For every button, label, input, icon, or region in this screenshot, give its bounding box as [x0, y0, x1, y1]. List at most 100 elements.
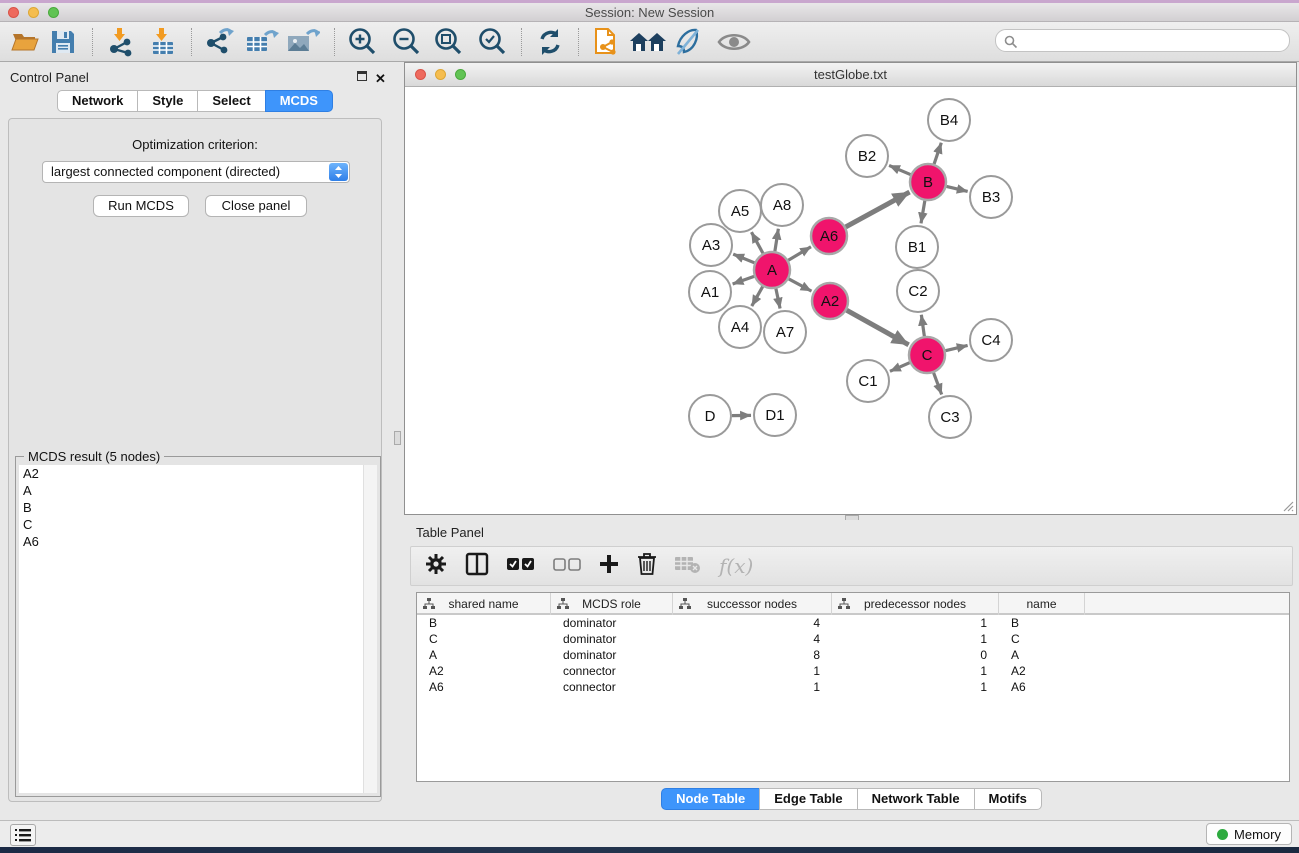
graph-node-A3[interactable]: A3	[690, 224, 732, 266]
graph-node-B3[interactable]: B3	[970, 176, 1012, 218]
graph-node-C[interactable]: C	[909, 337, 945, 373]
graph-edge-A-A8[interactable]	[775, 229, 778, 252]
network-window-titlebar[interactable]: testGlobe.txt	[405, 63, 1296, 87]
open-session-icon[interactable]	[10, 26, 40, 58]
graph-node-A8[interactable]: A8	[761, 184, 803, 226]
graph-node-A2[interactable]: A2	[812, 283, 848, 319]
mcds-result-item[interactable]: A2	[19, 465, 365, 482]
graph-node-C2[interactable]: C2	[897, 270, 939, 312]
export-network-icon[interactable]	[203, 26, 235, 58]
zoom-out-icon[interactable]	[390, 26, 422, 58]
zoom-selected-icon[interactable]	[476, 26, 508, 58]
graph-node-A[interactable]: A	[754, 252, 790, 288]
run-mcds-button[interactable]: Run MCDS	[93, 195, 189, 217]
tab-node-table[interactable]: Node Table	[661, 788, 759, 810]
float-panel-icon[interactable]	[357, 71, 367, 81]
network-graph-canvas[interactable]: A5A8 A3 A1A4A7 A A6 A2 B2 B4 B B3 B1C2 C C4 C1 C3 D D1	[405, 87, 1296, 514]
export-table-icon[interactable]	[245, 26, 279, 58]
zoom-in-icon[interactable]	[346, 26, 378, 58]
column-header-shared-name[interactable]: shared name	[417, 593, 551, 615]
graph-edge-B-B2[interactable]	[889, 165, 910, 174]
graph-edge-A2-C[interactable]	[847, 310, 909, 345]
close-panel-icon[interactable]: ✕	[375, 70, 386, 88]
graph-node-A5[interactable]: A5	[719, 190, 761, 232]
tab-network[interactable]: Network	[57, 90, 137, 112]
graph-node-A7[interactable]: A7	[764, 311, 806, 353]
mcds-result-item[interactable]: A6	[19, 533, 365, 550]
network-close-button[interactable]	[415, 69, 426, 80]
window-resize-grip-icon[interactable]	[1280, 498, 1294, 512]
column-header-name[interactable]: name	[999, 593, 1085, 615]
save-session-icon[interactable]	[50, 26, 76, 58]
table-settings-gear-icon[interactable]	[425, 553, 447, 580]
houses-icon[interactable]	[628, 26, 668, 58]
table-row[interactable]: A6connector11A6	[417, 679, 1289, 695]
graph-edge-A-A5[interactable]	[751, 232, 762, 253]
maximize-window-button[interactable]	[48, 7, 59, 18]
graph-node-A4[interactable]: A4	[719, 306, 761, 348]
graph-node-A6[interactable]: A6	[811, 218, 847, 254]
graph-node-B4[interactable]: B4	[928, 99, 970, 141]
close-window-button[interactable]	[8, 7, 19, 18]
graph-node-C3[interactable]: C3	[929, 396, 971, 438]
graph-node-D1[interactable]: D1	[754, 394, 796, 436]
graph-node-D[interactable]: D	[689, 395, 731, 437]
tab-style[interactable]: Style	[137, 90, 197, 112]
table-row[interactable]: Adominator80A	[417, 647, 1289, 663]
import-table-icon[interactable]	[148, 26, 178, 58]
hide-selected-icon[interactable]	[672, 26, 704, 58]
create-new-column-icon[interactable]	[599, 554, 619, 579]
tab-network-table[interactable]: Network Table	[857, 788, 974, 810]
mcds-result-item[interactable]: B	[19, 499, 365, 516]
search-input[interactable]	[1022, 31, 1282, 50]
graph-node-C4[interactable]: C4	[970, 319, 1012, 361]
graph-node-B[interactable]: B	[910, 164, 946, 200]
graph-edge-A-A3[interactable]	[733, 254, 754, 263]
node-table[interactable]: shared nameMCDS rolesuccessor nodesprede…	[416, 592, 1290, 782]
graph-edge-A-A6[interactable]	[788, 247, 811, 261]
tab-motifs[interactable]: Motifs	[974, 788, 1042, 810]
tab-mcds[interactable]: MCDS	[265, 90, 333, 112]
minimize-window-button[interactable]	[28, 7, 39, 18]
graph-edge-C-C2[interactable]	[921, 315, 924, 336]
tab-edge-table[interactable]: Edge Table	[759, 788, 856, 810]
network-maximize-button[interactable]	[455, 69, 466, 80]
vertical-splitter-handle[interactable]	[394, 431, 401, 445]
mcds-result-list[interactable]: A2ABCA6	[19, 465, 365, 793]
graph-edge-B-B3[interactable]	[946, 186, 967, 191]
table-row[interactable]: A2connector11A2	[417, 663, 1289, 679]
close-panel-button[interactable]: Close panel	[205, 195, 307, 217]
graph-edge-A6-B[interactable]	[846, 192, 910, 227]
search-box[interactable]	[995, 29, 1290, 52]
zoom-fit-icon[interactable]	[432, 26, 464, 58]
graph-node-C1[interactable]: C1	[847, 360, 889, 402]
graph-edge-C-C4[interactable]	[945, 345, 967, 350]
graph-edge-C-C3[interactable]	[934, 373, 942, 395]
graph-node-B2[interactable]: B2	[846, 135, 888, 177]
graph-edge-B-B1[interactable]	[921, 201, 925, 224]
task-history-list-icon[interactable]	[10, 824, 36, 846]
table-row[interactable]: Cdominator41C	[417, 631, 1289, 647]
column-header-MCDS-role[interactable]: MCDS role	[551, 593, 673, 615]
table-row[interactable]: Bdominator41B	[417, 615, 1289, 631]
select-all-columns-icon[interactable]	[507, 557, 535, 576]
graph-node-B1[interactable]: B1	[896, 226, 938, 268]
import-network-icon[interactable]	[106, 26, 136, 58]
deselect-all-columns-icon[interactable]	[553, 557, 581, 576]
tab-select[interactable]: Select	[197, 90, 264, 112]
graph-edge-B-B4[interactable]	[934, 143, 941, 164]
show-column-panel-icon[interactable]	[465, 552, 489, 581]
new-network-from-selection-icon[interactable]	[592, 26, 624, 58]
mcds-result-item[interactable]: A	[19, 482, 365, 499]
export-image-icon[interactable]	[286, 26, 320, 58]
column-header-successor-nodes[interactable]: successor nodes	[673, 593, 832, 615]
refresh-icon[interactable]	[535, 26, 565, 58]
memory-button[interactable]: Memory	[1206, 823, 1292, 845]
network-minimize-button[interactable]	[435, 69, 446, 80]
graph-edge-C-C1[interactable]	[890, 363, 910, 372]
graph-edge-A-A4[interactable]	[752, 287, 763, 307]
graph-node-A1[interactable]: A1	[689, 271, 731, 313]
graph-edge-A-A1[interactable]	[733, 276, 754, 284]
graph-edge-A-A7[interactable]	[776, 289, 780, 309]
delete-columns-trash-icon[interactable]	[637, 552, 657, 580]
